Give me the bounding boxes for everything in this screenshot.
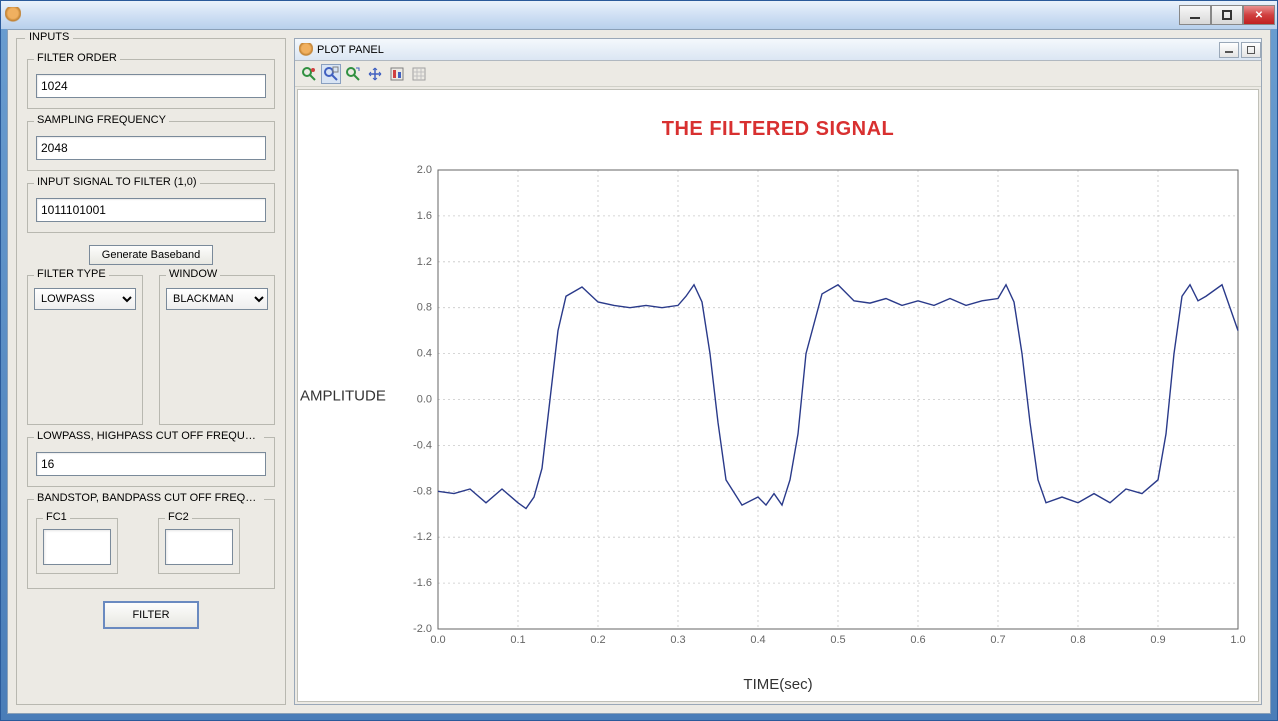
svg-text:0.7: 0.7 [990,634,1005,646]
fc1-input[interactable] [43,529,111,565]
plot-maximize-button[interactable] [1241,42,1261,58]
generate-baseband-button[interactable]: Generate Baseband [89,245,213,265]
bs-bp-cutoff-group: BANDSTOP, BANDPASS CUT OFF FREQUEN... FC… [27,499,275,589]
lp-hp-cutoff-label: LOWPASS, HIGHPASS CUT OFF FREQUE... [34,430,264,442]
maximize-button[interactable] [1211,5,1243,25]
window-type-label: WINDOW [166,268,220,280]
inputs-title: INPUTS [25,31,73,43]
pan-icon[interactable] [365,64,385,84]
svg-text:-2.0: -2.0 [413,623,432,635]
svg-text:0.1: 0.1 [510,634,525,646]
svg-text:1.0: 1.0 [1230,634,1245,646]
plot-titlebar[interactable]: PLOT PANEL [295,39,1261,61]
filter-button[interactable]: FILTER [103,601,199,629]
sampling-freq-input[interactable] [36,136,266,160]
filter-order-input[interactable] [36,74,266,98]
input-signal-label: INPUT SIGNAL TO FILTER (1,0) [34,176,200,188]
zoom-dynamic-icon[interactable] [343,64,363,84]
chart-area: THE FILTERED SIGNAL AMPLITUDE TIME(sec) … [297,89,1259,702]
svg-text:0.3: 0.3 [670,634,685,646]
svg-text:-1.6: -1.6 [413,577,432,589]
svg-text:2.0: 2.0 [417,164,432,176]
inputs-panel: INPUTS FILTER ORDER SAMPLING FREQUENCY I… [16,38,286,705]
main-window: INPUTS FILTER ORDER SAMPLING FREQUENCY I… [0,0,1278,721]
svg-text:-0.8: -0.8 [413,485,432,497]
input-signal-group: INPUT SIGNAL TO FILTER (1,0) [27,183,275,233]
sampling-freq-group: SAMPLING FREQUENCY [27,121,275,171]
minimize-button[interactable] [1179,5,1211,25]
svg-text:0.6: 0.6 [910,634,925,646]
x-axis-label: TIME(sec) [743,676,812,693]
svg-text:1.6: 1.6 [417,210,432,222]
filter-type-select[interactable]: LOWPASS [34,288,136,310]
svg-text:-0.4: -0.4 [413,439,432,451]
input-signal-input[interactable] [36,198,266,222]
zoom-box-icon[interactable] [321,64,341,84]
titlebar[interactable] [1,1,1277,29]
chart-title: THE FILTERED SIGNAL [298,90,1258,147]
svg-text:0.8: 0.8 [1070,634,1085,646]
fc1-group: FC1 [36,518,118,574]
java-icon [5,7,21,23]
svg-text:0.9: 0.9 [1150,634,1165,646]
grid-icon[interactable] [409,64,429,84]
sampling-freq-label: SAMPLING FREQUENCY [34,114,169,126]
lp-hp-cutoff-group: LOWPASS, HIGHPASS CUT OFF FREQUE... [27,437,275,487]
svg-text:0.2: 0.2 [590,634,605,646]
plot-internal-frame: PLOT PANEL THE FILTERED SI [294,38,1262,705]
fc2-label: FC2 [165,511,192,523]
svg-text:0.0: 0.0 [430,634,445,646]
svg-text:0.5: 0.5 [830,634,845,646]
svg-text:0.4: 0.4 [750,634,765,646]
fc1-label: FC1 [43,511,70,523]
lp-hp-cutoff-input[interactable] [36,452,266,476]
window-controls [1179,5,1275,25]
zoom-reset-icon[interactable] [299,64,319,84]
filter-type-label: FILTER TYPE [34,268,109,280]
window-type-select[interactable]: BLACKMAN [166,288,268,310]
svg-text:0.4: 0.4 [417,348,432,360]
svg-text:0.8: 0.8 [417,302,432,314]
svg-text:0.0: 0.0 [417,394,432,406]
plot-toolbar [295,61,1261,87]
fc2-group: FC2 [158,518,240,574]
filter-order-label: FILTER ORDER [34,52,120,64]
close-button[interactable] [1243,5,1275,25]
frame-body: INPUTS FILTER ORDER SAMPLING FREQUENCY I… [7,29,1271,714]
line-chart: 0.0 0.1 0.2 0.3 0.4 0.5 0.6 0.7 0.8 0.9 1.0 -2.0 -1.… [388,164,1248,655]
bs-bp-cutoff-label: BANDSTOP, BANDPASS CUT OFF FREQUEN... [34,492,264,504]
y-axis-label: AMPLITUDE [300,387,386,404]
svg-text:1.2: 1.2 [417,256,432,268]
filter-order-group: FILTER ORDER [27,59,275,109]
svg-text:-1.2: -1.2 [413,531,432,543]
fc2-input[interactable] [165,529,233,565]
window-type-group: WINDOW BLACKMAN [159,275,275,425]
plot-minimize-button[interactable] [1219,42,1239,58]
config-icon[interactable] [387,64,407,84]
filter-type-group: FILTER TYPE LOWPASS [27,275,143,425]
java-icon [299,43,313,57]
plot-panel-title: PLOT PANEL [317,44,384,56]
